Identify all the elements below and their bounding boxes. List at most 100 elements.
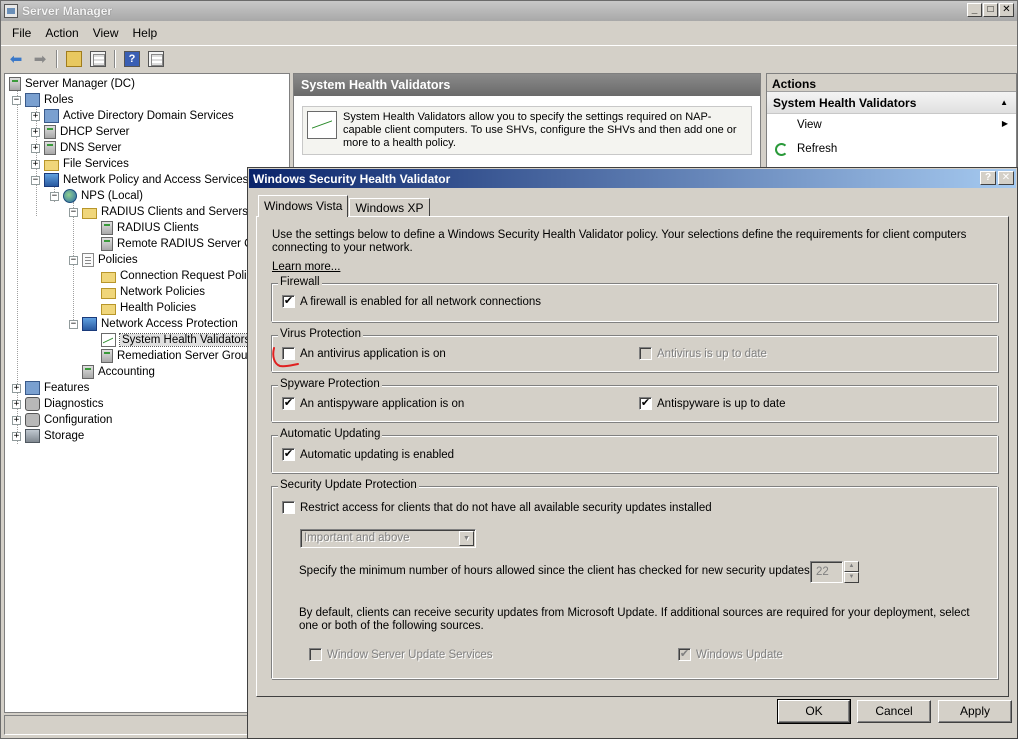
tree-item-roles[interactable]: − Roles [12,92,73,108]
menu-file[interactable]: File [5,26,38,40]
collapse-icon[interactable]: − [50,191,59,201]
tree-item-accounting[interactable]: Accounting [69,364,155,380]
severity-dropdown[interactable]: Important and above ▼ [300,529,476,548]
tree-item-features[interactable]: + Features [12,380,89,396]
tree-item-ad-ds[interactable]: + Active Directory Domain Services [31,108,234,124]
close-button[interactable]: ✕ [999,3,1014,17]
main-titlebar[interactable]: Server Manager _ □ ✕ [1,1,1017,21]
collapse-icon[interactable]: − [69,319,78,329]
dialog-help-button[interactable]: ? [980,171,996,185]
tree-label: Network Policy and Access Services [63,174,249,186]
restrict-access-checkbox[interactable] [282,501,295,514]
tab-windows-vista[interactable]: Windows Vista [258,195,349,217]
minimize-button[interactable]: _ [967,3,982,17]
action-view[interactable]: View ▶ [767,114,1016,138]
learn-more-link[interactable]: Learn more... [272,261,340,273]
collapse-icon[interactable]: − [69,207,78,217]
help-button[interactable]: ? [121,48,143,70]
toolbar: ⬅ ➡ ? [1,45,1017,71]
tree-item-health-policies[interactable]: Health Policies [88,300,196,316]
antispyware-uptodate-checkbox[interactable]: ✔ [639,397,652,410]
actions-section-header[interactable]: System Health Validators ▲ [767,92,1016,114]
automatic-updating-option[interactable]: ✔ Automatic updating is enabled [282,448,454,461]
wsus-checkbox[interactable] [309,648,322,661]
antispyware-uptodate-option[interactable]: ✔ Antispyware is up to date [639,397,786,410]
menu-view[interactable]: View [86,26,126,40]
expand-icon[interactable]: + [31,111,40,121]
toolbar-separator [114,49,116,68]
antivirus-on-option[interactable]: An antivirus application is on [282,347,446,360]
tree-item-system-health-validators[interactable]: System Health Validators [88,332,254,348]
menu-help[interactable]: Help [126,26,165,40]
collapse-caret-icon[interactable]: ▲ [1000,98,1008,107]
tree-item-policies[interactable]: − Policies [69,252,138,268]
restrict-access-option[interactable]: Restrict access for clients that do not … [282,501,712,514]
expand-icon[interactable]: + [31,159,40,169]
tree-item-nps-local[interactable]: − NPS (Local) [50,188,143,204]
tree-item-remote-radius-server-groups[interactable]: Remote RADIUS Server G [88,236,253,252]
folder-icon [101,271,116,283]
hours-value[interactable]: 22 [810,561,843,583]
antivirus-uptodate-checkbox[interactable] [639,347,652,360]
expand-icon[interactable]: + [12,415,21,425]
firewall-enabled-checkbox[interactable]: ✔ [282,295,295,308]
chevron-down-icon[interactable]: ▼ [459,531,474,546]
stepper-up-icon[interactable]: ▲ [844,561,859,572]
hours-stepper[interactable]: 22 ▲ ▼ [810,561,859,583]
tree-item-dns[interactable]: + DNS Server [31,140,121,156]
tree-item-server-manager[interactable]: Server Manager (DC) [9,76,135,92]
tree-item-connection-request-policies[interactable]: Connection Request Polici [88,268,255,284]
windows-update-option[interactable]: ✔ Windows Update [678,648,783,661]
cancel-button[interactable]: Cancel [857,700,931,723]
firewall-enabled-option[interactable]: ✔ A firewall is enabled for all network … [282,295,541,308]
tree-item-radius-clients-servers[interactable]: − RADIUS Clients and Servers [69,204,248,220]
tree-item-npas[interactable]: − Network Policy and Access Services [31,172,248,188]
show-hide-console-tree-button[interactable] [87,48,109,70]
window-title: Server Manager [22,4,113,18]
antispyware-on-option[interactable]: ✔ An antispyware application is on [282,397,464,410]
tree-item-network-policies[interactable]: Network Policies [88,284,205,300]
dialog-close-button[interactable]: ✕ [998,171,1014,185]
forward-arrow-icon[interactable]: ➡ [29,48,51,70]
apply-button[interactable]: Apply [938,700,1012,723]
tree-item-configuration[interactable]: + Configuration [12,412,112,428]
tree-item-remediation-server-groups[interactable]: Remediation Server Group [88,348,254,364]
antivirus-uptodate-option[interactable]: Antivirus is up to date [639,347,767,360]
ok-button[interactable]: OK [777,699,851,724]
tree-item-dhcp[interactable]: + DHCP Server [31,124,129,140]
default-sources-text: By default, clients can receive security… [299,607,970,632]
server-icon [9,77,21,91]
windows-update-checkbox[interactable]: ✔ [678,648,691,661]
back-arrow-icon[interactable]: ⬅ [5,48,27,70]
console-tree-icon [90,50,106,67]
expand-icon[interactable]: + [31,127,40,137]
tab-windows-xp[interactable]: Windows XP [349,198,430,217]
tree-item-diagnostics[interactable]: + Diagnostics [12,396,103,412]
automatic-updating-checkbox[interactable]: ✔ [282,448,295,461]
expand-icon[interactable]: + [12,399,21,409]
tree-item-radius-clients[interactable]: RADIUS Clients [88,220,199,236]
collapse-icon[interactable]: − [12,95,21,105]
antispyware-on-checkbox[interactable]: ✔ [282,397,295,410]
expand-icon[interactable]: + [12,383,21,393]
antivirus-on-checkbox[interactable] [282,347,295,360]
dialog-titlebar[interactable]: Windows Security Health Validator ? ✕ [249,169,1016,188]
expand-icon[interactable]: + [31,143,40,153]
tree-item-storage[interactable]: + Storage [12,428,84,444]
show-hide-action-pane-button[interactable] [145,48,167,70]
wsus-option[interactable]: Window Server Update Services [309,648,493,661]
collapse-icon[interactable]: − [31,175,40,185]
tab-page-windows-vista: Use the settings below to define a Windo… [256,216,1009,697]
collapse-icon[interactable]: − [69,255,78,265]
action-refresh[interactable]: Refresh [767,138,1016,162]
expand-icon[interactable]: + [12,431,21,441]
tree-item-file-services[interactable]: + File Services [31,156,129,172]
maximize-button[interactable]: □ [983,3,998,17]
stepper-down-icon[interactable]: ▼ [844,572,859,583]
tree-item-network-access-protection[interactable]: − Network Access Protection [69,316,238,332]
tree-label: Network Policies [120,286,205,298]
checkbox-label: Automatic updating is enabled [300,448,455,461]
menu-action[interactable]: Action [38,26,85,40]
center-description: System Health Validators allow you to sp… [302,106,752,155]
up-folder-button[interactable] [63,48,85,70]
